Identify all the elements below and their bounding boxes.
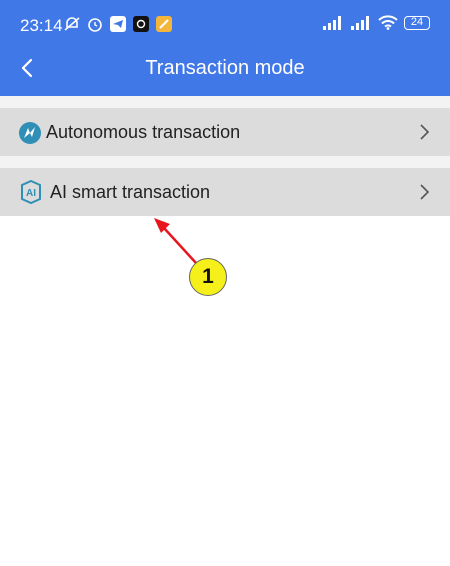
signal-icon	[323, 15, 341, 30]
menu-item-label: Autonomous transaction	[46, 122, 241, 142]
app-header: 23:14 24 Transaction mode	[0, 0, 450, 96]
battery-icon: 24	[404, 16, 430, 30]
status-bar: 23:14 24	[0, 0, 450, 50]
chevron-right-icon	[420, 124, 430, 140]
status-icons-right	[322, 15, 398, 30]
menu-item-label: AI smart transaction	[50, 182, 211, 202]
section-divider	[0, 156, 450, 168]
autonomous-icon	[19, 122, 41, 144]
camera-app-icon	[133, 16, 149, 32]
battery-level: 24	[410, 16, 424, 28]
chevron-right-icon	[420, 184, 430, 200]
notes-app-icon	[156, 16, 172, 32]
menu-item-autonomous-transaction[interactable]: Autonomous transaction	[0, 108, 450, 156]
section-divider	[0, 96, 450, 108]
signal-icon	[351, 15, 369, 30]
annotation-callout: 1	[189, 258, 227, 296]
ai-icon: AI	[21, 179, 41, 205]
wifi-icon	[378, 15, 398, 30]
menu-item-ai-smart-transaction[interactable]: AI AI smart transaction	[0, 168, 450, 216]
alarm-icon	[88, 18, 102, 32]
status-icons-left	[63, 15, 173, 33]
page-title: Transaction mode	[145, 57, 305, 79]
callout-number: 1	[202, 265, 214, 288]
status-time: 23:14	[20, 16, 63, 35]
telegram-icon	[110, 16, 126, 32]
mute-bell-icon	[64, 17, 80, 31]
svg-text:AI: AI	[26, 188, 36, 199]
